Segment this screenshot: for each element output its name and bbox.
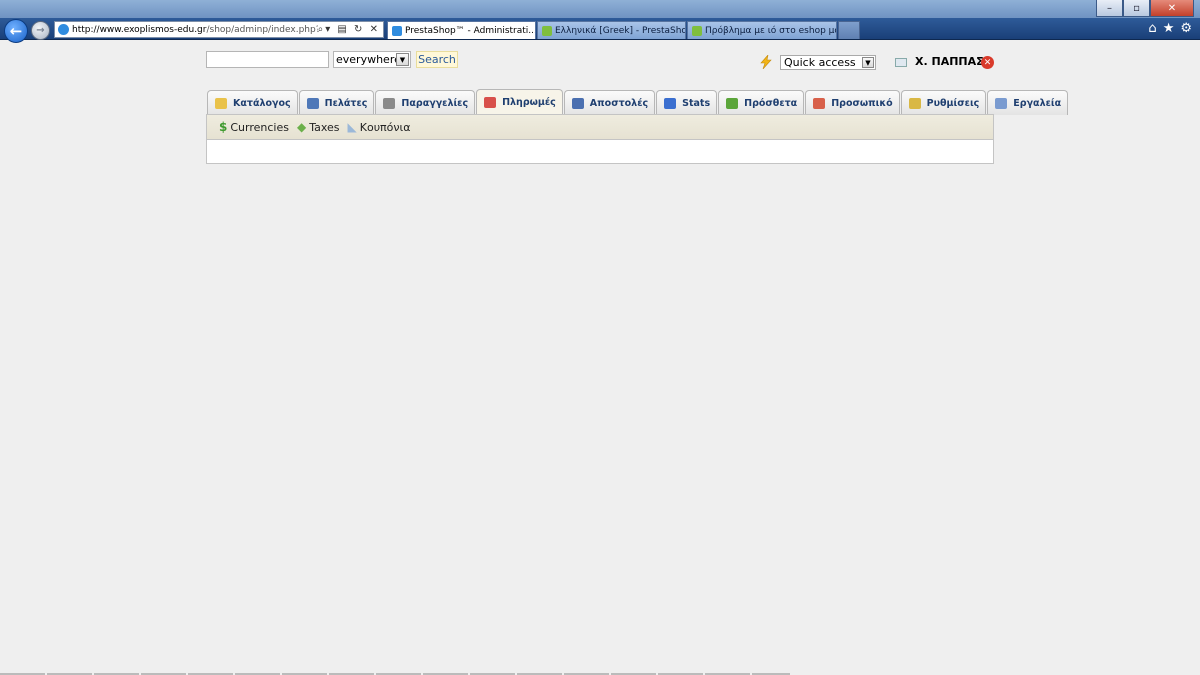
sub-tab-bar: $ Currencies ◆ Taxes ◣ Κουπόνια (206, 114, 994, 139)
subtab-label: Currencies (230, 120, 289, 134)
tab-customer[interactable]: Πελάτες (298, 90, 375, 115)
browser-tab-prestashop-admin[interactable]: PrestaShop™ - Administrati... × (387, 21, 536, 39)
user-name[interactable]: Χ. ΠΑΠΠΑΣ (915, 55, 984, 68)
tab-label: Stats (682, 97, 711, 109)
tab-favicon-icon (392, 25, 402, 36)
browser-toolbar-icons: ⌂ ★ ⚙ (1148, 21, 1192, 36)
customer-icon (306, 97, 319, 109)
tag-icon: ◣ (347, 120, 357, 134)
browser-tab-label: Πρόβλημα με ιό στο eshop μο... (705, 25, 837, 36)
tab-puzzle[interactable]: Πρόσθετα (718, 90, 805, 115)
tab-truck[interactable]: Αποστολές (563, 90, 656, 115)
subtab-tag[interactable]: ◣ Κουπόνια (348, 120, 411, 134)
truck-icon (571, 97, 584, 109)
tab-label: Πρόσθετα (744, 97, 798, 109)
payment-icon (484, 97, 497, 108)
staff-icon (813, 97, 826, 109)
tab-label: Ρυθμίσεις (926, 97, 980, 109)
browser-tab-eshop-virus[interactable]: Πρόβλημα με ιό στο eshop μο... (687, 21, 837, 39)
tab-chart[interactable]: Stats (656, 90, 718, 115)
tab-staff[interactable]: Προσωπικό (805, 90, 900, 115)
restore-button[interactable]: ▫ (1123, 0, 1150, 17)
orders-icon (383, 97, 396, 109)
address-tools-icons[interactable]: ⌕▾ ▤ ↻ ✕ (318, 24, 383, 35)
subtab-label: Taxes (309, 120, 340, 134)
search-scope-value: everywhere (336, 53, 401, 66)
favorites-star-icon[interactable]: ★ (1163, 21, 1175, 36)
chevron-down-icon[interactable]: ▼ (862, 57, 874, 68)
money-icon: ◆ (296, 120, 307, 134)
dollar-icon: $ (219, 120, 228, 134)
browser-tab-label: PrestaShop™ - Administrati... (405, 25, 536, 36)
tab-label: Αποστολές (589, 97, 649, 109)
tab-label: Παραγγελίες (401, 97, 469, 109)
chart-icon (664, 97, 677, 109)
search-scope-select[interactable]: everywhere ▼ (333, 51, 411, 68)
subtab-money[interactable]: ◆ Taxes (297, 120, 340, 134)
home-icon[interactable]: ⌂ (1148, 21, 1156, 36)
close-window-button[interactable]: ✕ (1150, 0, 1194, 17)
back-arrow-icon[interactable]: ← (4, 19, 28, 43)
minimize-button[interactable]: – (1096, 0, 1123, 17)
tab-label: Πληρωμές (502, 97, 556, 108)
search-button[interactable]: Search (416, 51, 458, 68)
tab-folder[interactable]: Κατάλογος (207, 90, 298, 115)
puzzle-icon (726, 97, 739, 109)
folder-icon (215, 97, 227, 109)
tab-favicon-icon (692, 25, 702, 36)
lightning-bolt-icon (760, 55, 772, 69)
search-input[interactable] (206, 51, 329, 68)
logout-icon[interactable]: ✕ (981, 56, 994, 69)
quick-access-select[interactable]: Quick access ▼ (780, 55, 876, 70)
settings-icon (908, 97, 921, 109)
tab-label: Προσωπικό (831, 97, 893, 109)
browser-tab-label: Ελληνικά [Greek] - PrestaShop ... (555, 25, 685, 36)
site-favicon-icon (58, 24, 69, 35)
gear-icon[interactable]: ⚙ (1180, 21, 1192, 36)
new-tab-button[interactable] (838, 21, 860, 39)
tab-label: Κατάλογος (233, 97, 291, 109)
window-controls: – ▫ ✕ (1096, 0, 1194, 17)
window-titlebar: – ▫ ✕ (0, 0, 1200, 18)
tab-label: Εργαλεία (1013, 97, 1062, 109)
subtab-dollar[interactable]: $ Currencies (219, 120, 289, 134)
chevron-down-icon[interactable]: ▼ (396, 53, 409, 66)
tab-settings[interactable]: Ρυθμίσεις (900, 90, 987, 115)
tab-favicon-icon (542, 25, 552, 36)
forward-arrow-icon[interactable]: → (31, 21, 50, 40)
quick-access-value: Quick access (784, 56, 856, 69)
address-url: http://www.exoplismos-edu.gr/shop/adminp… (72, 24, 318, 35)
address-bar[interactable]: http://www.exoplismos-edu.gr/shop/adminp… (54, 21, 384, 38)
tab-orders[interactable]: Παραγγελίες (375, 90, 476, 115)
browser-tab-greek-prestashop[interactable]: Ελληνικά [Greek] - PrestaShop ... (537, 21, 686, 39)
tab-tools[interactable]: Εργαλεία (987, 90, 1069, 115)
tab-payment[interactable]: Πληρωμές (476, 89, 563, 115)
subtab-label: Κουπόνια (359, 120, 411, 134)
tools-icon (995, 97, 1008, 109)
tab-label: Πελάτες (324, 97, 368, 109)
content-area (206, 139, 994, 164)
main-tab-bar: Κατάλογος Πελάτες Παραγγελίες Πληρωμές Αποστ… (207, 89, 1069, 115)
employee-card-icon (895, 58, 907, 67)
